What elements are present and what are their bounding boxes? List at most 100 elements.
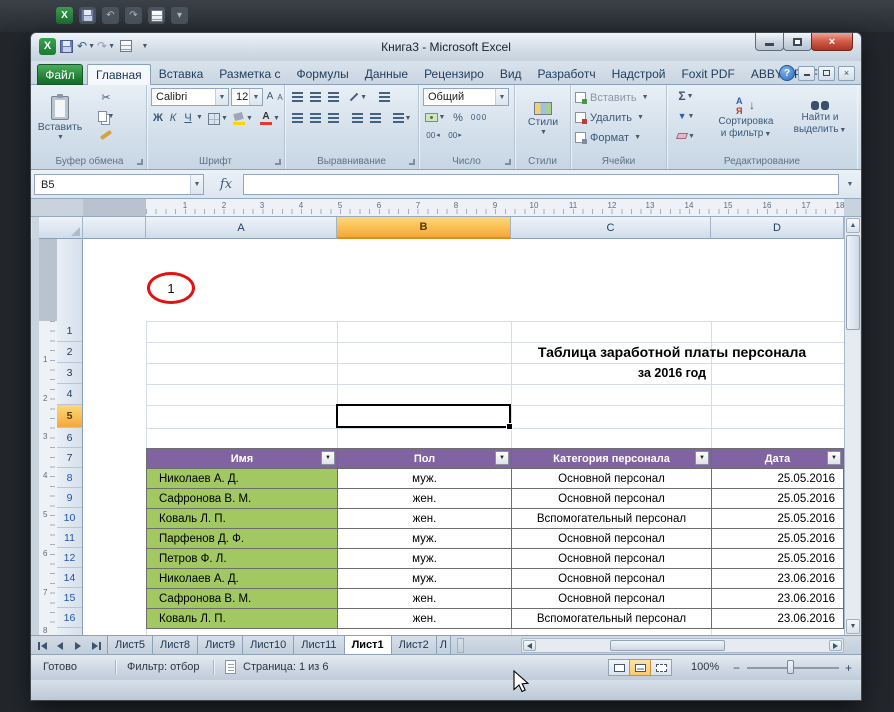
cell-category[interactable]: Основной персонал (512, 489, 712, 509)
cell-date[interactable]: 25.05.2016 (712, 549, 844, 569)
page-break-view-button[interactable] (650, 659, 672, 676)
underline-button[interactable]: Ч (181, 109, 195, 126)
zoom-out-button[interactable]: − (729, 660, 744, 675)
cell-name[interactable]: Сафронова В. М. (147, 489, 338, 509)
name-box[interactable]: B5▼ (34, 174, 204, 195)
row-header-6[interactable]: 6 (57, 428, 82, 448)
align-top-button[interactable] (289, 89, 305, 105)
sheet-tab-list10[interactable]: Лист10 (242, 636, 294, 655)
row-header-10[interactable]: 10 (57, 508, 82, 528)
table-header-category[interactable]: Категория персонала▼ (512, 449, 712, 469)
cell-category[interactable]: Вспомогательный персонал (512, 609, 712, 629)
sheet-tab-list8[interactable]: Лист8 (152, 636, 198, 655)
cell-date[interactable]: 23.06.2016 (712, 569, 844, 589)
workbook-minimize-button[interactable] (798, 66, 815, 81)
zoom-level[interactable]: 100% (691, 661, 719, 673)
background-redo-icon[interactable]: ↷ (125, 7, 142, 24)
cell-category[interactable]: Основной персонал (512, 549, 712, 569)
insert-function-button[interactable]: fx (213, 174, 239, 195)
selected-cell-b5[interactable] (336, 404, 511, 428)
row-header-15[interactable]: 15 (57, 588, 82, 608)
background-sheet-icon[interactable] (148, 7, 165, 24)
row-header-3[interactable]: 3 (57, 363, 82, 384)
insert-cells-button[interactable]: Вставить▼ (575, 90, 663, 105)
borders-button[interactable]: ▼ (207, 111, 229, 126)
cell-gender[interactable]: жен. (338, 509, 512, 529)
expand-formula-bar-button[interactable]: ▼ (842, 177, 858, 192)
sheet-title-cell[interactable]: Таблица заработной платы персонала (412, 342, 861, 363)
decrease-decimal-button[interactable]: 00▸ (445, 128, 465, 142)
delete-cells-button[interactable]: Удалить▼ (575, 110, 663, 125)
align-bottom-button[interactable] (325, 89, 341, 105)
background-save-icon[interactable] (79, 7, 96, 24)
comma-style-button[interactable]: 000 (467, 110, 491, 125)
scroll-down-button[interactable]: ▼ (846, 619, 860, 634)
cell-category[interactable]: Вспомогательный персонал (512, 509, 712, 529)
fill-color-button[interactable]: ▼ (231, 111, 255, 126)
sheet-tab-list2[interactable]: Лист2 (391, 636, 437, 655)
cell-gender[interactable]: муж. (338, 569, 512, 589)
orientation-button[interactable]: ▼ (349, 89, 367, 105)
cell-gender[interactable]: муж. (338, 549, 512, 569)
tab-insert[interactable]: Вставка (151, 64, 212, 85)
increase-decimal-button[interactable]: 00◂ (423, 128, 443, 142)
row-header-1[interactable]: 1 (57, 321, 82, 342)
maximize-button[interactable] (783, 33, 812, 51)
filter-dropdown-icon[interactable]: ▼ (695, 451, 709, 465)
first-sheet-button[interactable] (34, 638, 50, 653)
row-header-7[interactable]: 7 (57, 448, 82, 468)
row-header-12[interactable]: 12 (57, 548, 82, 568)
cell-gender[interactable]: муж. (338, 469, 512, 489)
sheet-tab-partial[interactable]: Л (436, 636, 451, 655)
number-format-combo[interactable]: Общий▼ (423, 88, 509, 106)
dialog-launcher-icon[interactable] (137, 159, 143, 165)
cell-name[interactable]: Николаев А. Д. (147, 469, 338, 489)
format-painter-button[interactable] (91, 127, 121, 143)
background-app-icon[interactable]: X (56, 7, 73, 24)
align-right-button[interactable] (325, 110, 341, 126)
find-select-button[interactable]: Найти и выделить▼ (787, 87, 853, 149)
page-layout-view-button[interactable] (629, 659, 651, 676)
minimize-button[interactable] (755, 33, 784, 51)
titlebar[interactable]: X ↶▼ ↷▼ ▼ Книга3 - Microsoft Excel × (31, 33, 861, 61)
tab-page-layout[interactable]: Разметка с (211, 64, 288, 85)
row-header-11[interactable]: 11 (57, 528, 82, 548)
tab-home[interactable]: Главная (87, 64, 151, 86)
table-header-date[interactable]: Дата▼ (712, 449, 844, 469)
close-button[interactable]: × (811, 33, 853, 51)
normal-view-button[interactable] (608, 659, 630, 676)
cell-gender[interactable]: жен. (338, 489, 512, 509)
column-header-d[interactable]: D (711, 217, 844, 239)
scrollbar-thumb[interactable] (846, 235, 860, 330)
sheet-tab-list1-active[interactable]: Лист1 (344, 636, 392, 655)
cell-name[interactable]: Сафронова В. М. (147, 589, 338, 609)
tab-addins[interactable]: Надстрой (604, 64, 674, 85)
tab-data[interactable]: Данные (357, 64, 416, 85)
scroll-right-button[interactable] (829, 640, 842, 651)
autosum-button[interactable]: Σ▼ (669, 88, 703, 104)
cell-category[interactable]: Основной персонал (512, 589, 712, 609)
filter-dropdown-icon[interactable]: ▼ (321, 451, 335, 465)
cell-category[interactable]: Основной персонал (512, 469, 712, 489)
shrink-font-button[interactable]: А (275, 90, 285, 104)
cell-date[interactable]: 23.06.2016 (712, 589, 844, 609)
zoom-slider-thumb[interactable] (787, 660, 794, 674)
row-header-5[interactable]: 5 (57, 405, 82, 428)
page-header-number[interactable]: 1 (167, 281, 174, 296)
column-header-a[interactable]: A (146, 217, 337, 239)
tab-split-handle[interactable] (457, 638, 464, 653)
zoom-in-button[interactable]: + (841, 660, 856, 675)
sheet-tab-list5[interactable]: Лист5 (107, 636, 153, 655)
cell-date[interactable]: 25.05.2016 (712, 509, 844, 529)
increase-indent-button[interactable] (367, 110, 383, 126)
workbook-restore-button[interactable] (818, 66, 835, 81)
underline-menu-button[interactable]: ▼ (195, 109, 203, 126)
column-header-c[interactable]: C (511, 217, 711, 239)
vertical-scrollbar[interactable]: ▲ ▼ (844, 217, 860, 635)
cell-name[interactable]: Петров Ф. Л. (147, 549, 338, 569)
bold-button[interactable]: Ж (151, 109, 165, 126)
background-menu-icon[interactable]: ▾ (171, 7, 188, 24)
font-name-combo[interactable]: Calibri▼ (151, 88, 229, 106)
row-header-4[interactable]: 4 (57, 384, 82, 405)
cell-date[interactable]: 25.05.2016 (712, 489, 844, 509)
